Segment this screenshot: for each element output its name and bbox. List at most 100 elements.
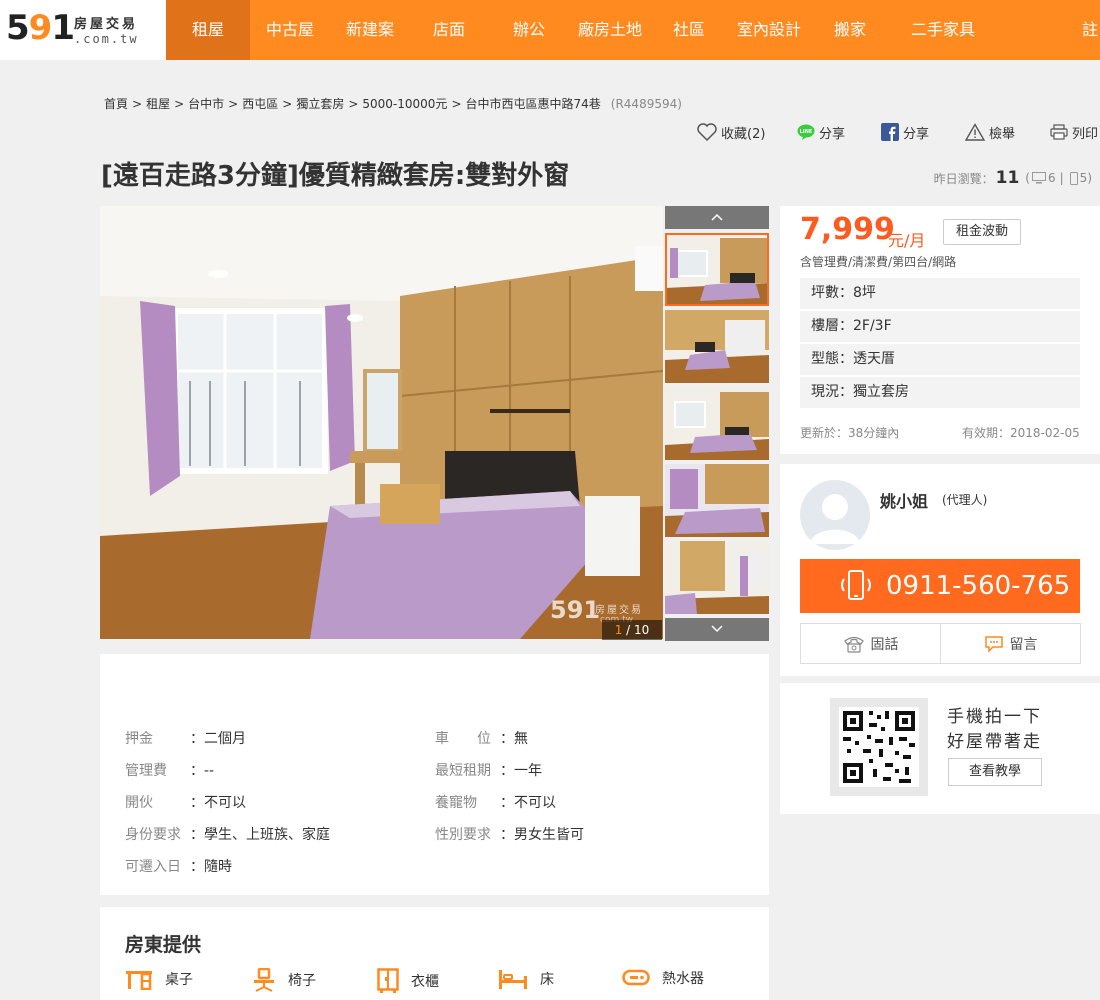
photo-thumbnail[interactable] xyxy=(665,387,769,460)
nav-item-moving[interactable]: 搬家 xyxy=(812,0,888,60)
mobile-phone-icon xyxy=(841,570,871,600)
photo-counter-total: / 10 xyxy=(626,623,650,637)
print-button[interactable]: 列印 xyxy=(1050,122,1098,142)
landline-button[interactable]: 固話 xyxy=(800,623,941,664)
breadcrumb-rent[interactable]: 租屋 xyxy=(146,97,170,111)
wardrobe-icon xyxy=(377,968,399,993)
nav-item-new-build[interactable]: 新建案 xyxy=(330,0,410,60)
heart-icon xyxy=(697,123,717,141)
views-mobile: 5 xyxy=(1079,171,1088,185)
watermark-text: 房屋交易 xyxy=(595,605,643,616)
breadcrumb-price-range[interactable]: 5000-10000元 xyxy=(362,97,447,111)
favorite-label: 收藏(2) xyxy=(721,126,766,142)
logo-number: 591 xyxy=(6,8,75,48)
line-icon: LINE xyxy=(797,124,815,140)
price-unit: 元/月 xyxy=(888,231,926,250)
photo-counter-current: 1 xyxy=(614,623,623,637)
facility-item-wardrobe: 衣櫃 xyxy=(377,968,439,994)
phone-button[interactable]: 0911-560-765 xyxy=(800,559,1080,613)
thumbnail-scroll-down-button[interactable] xyxy=(665,618,769,641)
nav-item-office[interactable]: 辦公 xyxy=(490,0,568,60)
detail-label-gender: 性別要求 xyxy=(435,827,491,843)
report-label: 檢舉 xyxy=(989,126,1016,142)
qr-caption: 手機拍一下 好屋帶著走 xyxy=(947,707,1042,752)
attribute-type: 型態：透天厝 xyxy=(800,344,1080,375)
photo-counter: 1 / 10 xyxy=(602,620,662,640)
nav-item-used-furniture[interactable]: 二手家具 xyxy=(888,0,998,60)
breadcrumb: 首頁 > 租屋 > 台中市 > 西屯區 > 獨立套房 >5000-10000元 > 台中市西屯區惠中路… xyxy=(104,97,682,111)
main-photo[interactable]: 591 房屋交易 com.tw xyxy=(100,206,663,639)
breadcrumb-district[interactable]: 西屯區 xyxy=(242,97,278,111)
chevron-up-icon xyxy=(711,213,723,221)
report-button[interactable]: 檢舉 xyxy=(965,122,1015,142)
agent-name: 姚小姐 xyxy=(880,492,929,511)
detail-value-identity: ：學生、上班族、家庭 xyxy=(190,827,330,843)
photo-thumbnail[interactable] xyxy=(665,464,769,537)
listing-title: [遠百走路3分鐘]優質精緻套房:雙對外窗 xyxy=(101,161,570,191)
photo-thumbnail[interactable] xyxy=(665,541,769,614)
site-logo[interactable]: 591 房屋交易 .com.tw xyxy=(0,0,166,60)
facility-label: 床 xyxy=(540,972,554,988)
nav-item-used-house[interactable]: 中古屋 xyxy=(250,0,330,60)
photo-thumbnail[interactable] xyxy=(665,233,769,306)
thumbnail-scroll-up-button[interactable] xyxy=(665,206,769,229)
detail-label-move-in: 可遷入日 xyxy=(125,859,181,875)
chat-bubble-icon xyxy=(984,635,1003,653)
logo-title: 房屋交易 xyxy=(74,17,139,32)
bed-icon xyxy=(499,970,527,989)
mobile-icon xyxy=(1069,171,1078,185)
valid-until: 有效期：2018-02-05 xyxy=(962,426,1080,440)
attribute-status: 現況：獨立套房 xyxy=(800,377,1080,408)
detail-value-parking: ：無 xyxy=(500,731,528,747)
nav-item-community[interactable]: 社區 xyxy=(650,0,728,60)
facilities-title: 房東提供 xyxy=(125,934,202,956)
photo-thumbnail[interactable] xyxy=(665,310,769,383)
nav-item-shop[interactable]: 店面 xyxy=(410,0,488,60)
nav-item-interior-design[interactable]: 室內設計 xyxy=(728,0,810,60)
attribute-floor: 樓層：2F/3F xyxy=(800,311,1080,342)
line-share-button[interactable]: LINE 分享 xyxy=(797,122,845,142)
facility-item-chair: 椅子 xyxy=(252,968,316,992)
qr-card xyxy=(780,683,1100,814)
svg-text:LINE: LINE xyxy=(800,129,813,135)
detail-value-move-in: ：隨時 xyxy=(190,859,232,875)
listing-code: (R4489594) xyxy=(610,97,682,111)
message-button[interactable]: 留言 xyxy=(940,623,1081,664)
detail-value-pets: ：不可以 xyxy=(500,795,556,811)
facility-label: 桌子 xyxy=(165,972,193,988)
print-label: 列印 xyxy=(1072,126,1099,142)
facility-label: 衣櫃 xyxy=(411,974,439,990)
nav-item-rent[interactable]: 租屋 xyxy=(166,0,250,60)
detail-label-min-lease: 最短租期 xyxy=(435,763,491,779)
breadcrumb-city[interactable]: 台中市 xyxy=(188,97,224,111)
watermark-number: 591 xyxy=(550,596,601,624)
views-pc: 6 xyxy=(1047,171,1056,185)
favorite-button[interactable]: 收藏(2) xyxy=(697,122,765,142)
tutorial-button[interactable]: 查看教學 xyxy=(948,758,1042,786)
updated-time: 更新於：38分鐘內 xyxy=(800,426,900,440)
price-amount: 7,999 xyxy=(800,212,895,247)
avatar xyxy=(800,480,870,550)
desk-icon xyxy=(126,971,152,990)
nav-item-factory-land[interactable]: 廠房土地 xyxy=(570,0,650,60)
landline-label: 固話 xyxy=(870,636,899,653)
breadcrumb-type[interactable]: 獨立套房 xyxy=(296,97,344,111)
breadcrumb-address[interactable]: 台中市西屯區惠中路74巷 xyxy=(466,97,601,111)
rent-trend-button[interactable]: 租金波動 xyxy=(943,219,1021,245)
room-photo-image xyxy=(100,206,663,639)
facebook-share-button[interactable]: 分享 xyxy=(881,122,929,142)
facility-item-desk: 桌子 xyxy=(125,968,193,990)
top-nav-bar: 591 房屋交易 .com.tw 租屋 中古屋 新建案 店面 辦公 廠房土地 社… xyxy=(0,0,1100,60)
detail-label-parking: 車 位 xyxy=(435,731,491,747)
facility-item-bed: 床 xyxy=(498,968,554,990)
detail-value-management-fee: ：-- xyxy=(190,763,215,779)
phone-number: 0911-560-765 xyxy=(886,571,1071,601)
telephone-icon xyxy=(843,636,864,653)
warning-icon xyxy=(965,123,985,141)
breadcrumb-home[interactable]: 首頁 xyxy=(104,97,128,111)
nav-item-register[interactable]: 註 xyxy=(1082,0,1100,60)
detail-label-identity: 身份要求 xyxy=(125,827,181,843)
desktop-icon xyxy=(1031,172,1046,184)
views-total: 11 xyxy=(995,168,1020,188)
facility-label: 椅子 xyxy=(288,973,316,989)
